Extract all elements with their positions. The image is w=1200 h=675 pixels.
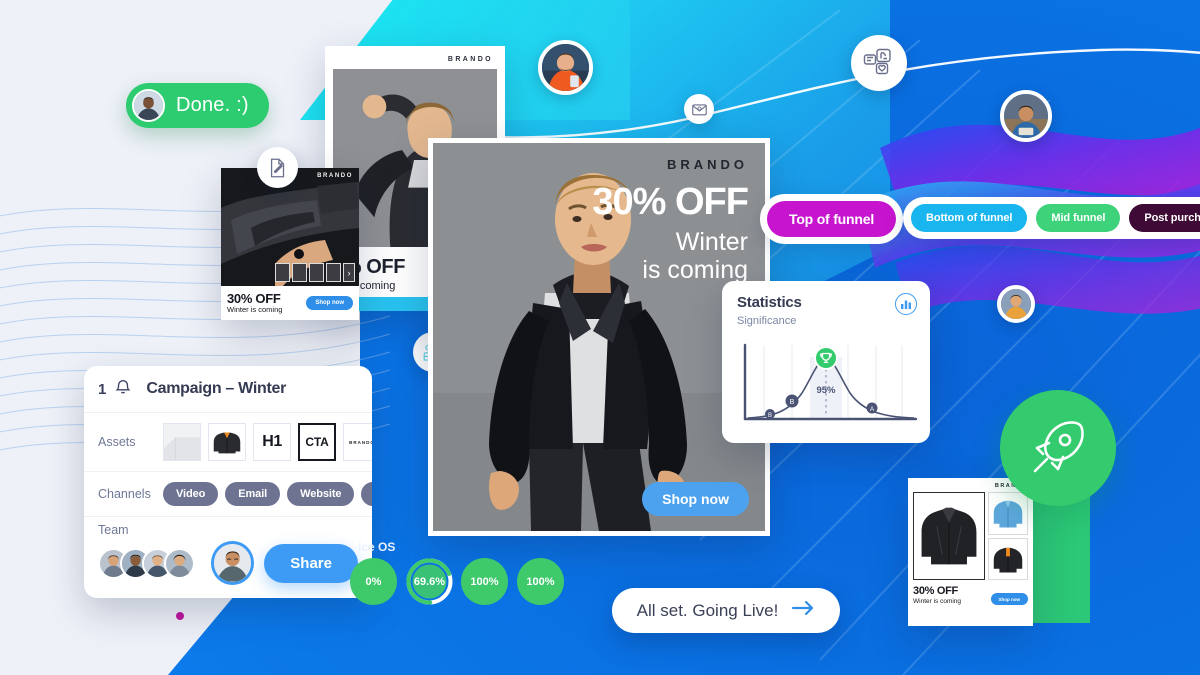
avatar[interactable]	[164, 547, 195, 579]
channel-pill-display[interactable]: Display	[361, 482, 372, 506]
funnel-stage-active-wrapper[interactable]: Top of funnel	[760, 194, 904, 244]
ad-subhead-line1: Winter	[675, 228, 748, 256]
assets-row: Assets H1 CTA BRAND	[84, 413, 372, 472]
ad-subhead: Winter is coming	[227, 305, 283, 315]
asset-thumb-headline[interactable]: H1	[253, 423, 291, 461]
go-live-label: All set. Going Live!	[636, 600, 779, 620]
carousel-thumb[interactable]	[292, 263, 307, 282]
statistics-title: Statistics	[737, 294, 802, 311]
background-accent-dot	[176, 612, 184, 620]
ad-caption-bar: 30% OFF Winter is coming Shop now	[221, 286, 359, 320]
team-label: Team	[98, 523, 129, 537]
funnel-stage-bottom-of-funnel[interactable]: Bottom of funnel	[911, 204, 1028, 232]
ad-photo: BRANDO ›	[221, 168, 359, 286]
carousel-thumb[interactable]	[309, 263, 324, 282]
done-status-badge[interactable]: Done. :)	[126, 83, 269, 128]
asset-thumb-background[interactable]	[163, 423, 201, 461]
channel-pill-email[interactable]: Email	[225, 482, 281, 506]
metric-circle-1[interactable]: 0%	[350, 558, 397, 605]
svg-text:B: B	[768, 413, 772, 419]
campaign-header: 1 Campaign – Winter	[84, 366, 372, 413]
significance-value-label: 95%	[816, 385, 836, 396]
product-image-thumb-denim[interactable]	[988, 492, 1028, 535]
done-badge-label: Done. :)	[176, 94, 249, 116]
product-image-main[interactable]	[913, 492, 985, 580]
significance-bell-curve: 95% B B A	[743, 343, 918, 421]
ad-subhead: Winter is coming	[913, 598, 962, 605]
ad-creative-card-hero[interactable]: BRANDO 30% OFF Winter is coming Shop now	[428, 138, 770, 536]
rocket-icon[interactable]	[1000, 390, 1116, 506]
campaign-panel[interactable]: 1 Campaign – Winter Assets H1 CTA BRAND …	[84, 366, 372, 598]
channel-pill-video[interactable]: Video	[163, 482, 219, 506]
asset-thumb-logo[interactable]: BRANDO	[343, 423, 372, 461]
ad-headline: 30% OFF	[592, 181, 749, 223]
avatar-current-user[interactable]	[211, 541, 255, 585]
email-node-icon[interactable]	[684, 94, 714, 124]
share-button[interactable]: Share	[264, 543, 358, 583]
team-row: Team	[84, 517, 372, 537]
creative-edit-icon[interactable]	[257, 147, 298, 188]
shop-now-button[interactable]: Shop now	[642, 482, 749, 516]
asset-label: CTA	[305, 435, 329, 449]
ad-brand-label: BRANDO	[447, 56, 493, 63]
customer-avatar-2[interactable]	[1000, 90, 1052, 142]
page-title: Campaign – Winter	[146, 380, 287, 397]
svg-text:B: B	[790, 399, 795, 406]
carousel-thumb[interactable]	[326, 263, 341, 282]
metric-circle-4[interactable]: 100%	[517, 558, 564, 605]
asset-thumb-jacket[interactable]	[208, 423, 246, 461]
notification-count: 1	[98, 380, 107, 398]
channels-list: Video Email Website Display	[163, 482, 372, 506]
bar-chart-icon[interactable]	[895, 293, 917, 315]
avatar	[132, 89, 165, 122]
ad-headline: 30% OFF	[227, 290, 281, 306]
metric-circle-3[interactable]: 100%	[461, 558, 508, 605]
metrics-section-label: ice OS	[358, 540, 396, 554]
funnel-stage-group[interactable]: Bottom of funnel Mid funnel Post purchas…	[903, 197, 1200, 239]
product-image-thumb-bomber[interactable]	[988, 537, 1028, 580]
social-node-icon[interactable]	[851, 35, 907, 91]
statistics-panel[interactable]: Statistics Significance 95% B B A	[722, 281, 930, 443]
shop-now-button[interactable]: Shop now	[990, 593, 1028, 605]
customer-avatar-1[interactable]	[538, 40, 593, 95]
svg-text:A: A	[870, 406, 875, 413]
funnel-stage-post-purchase[interactable]: Post purchase	[1129, 204, 1200, 232]
funnel-stage-top-of-funnel[interactable]: Top of funnel	[767, 201, 897, 237]
customer-avatar-3[interactable]	[997, 285, 1035, 323]
funnel-stage-mid-funnel[interactable]: Mid funnel	[1036, 204, 1121, 232]
ad-creative-card-side[interactable]: BRANDO › 30% OFF Winter is coming Shop n…	[221, 168, 359, 320]
ad-headline: 30% OFF	[913, 585, 958, 597]
ad-carousel-thumbs[interactable]: ›	[275, 263, 355, 282]
campaign-dashboard-hero: Done. :) BRANDO 0% OFF ter is coming BRA…	[0, 0, 1200, 675]
asset-label: H1	[262, 433, 282, 450]
asset-label: BRANDO	[349, 439, 372, 445]
metric-value: 69.6%	[413, 575, 446, 588]
ad-brand-label: BRANDO	[666, 157, 748, 172]
channels-label: Channels	[98, 487, 151, 501]
bell-icon[interactable]	[115, 378, 131, 400]
assets-list: H1 CTA BRANDO	[163, 423, 372, 461]
team-members-row: Share	[84, 537, 372, 597]
asset-thumb-cta[interactable]: CTA	[298, 423, 336, 461]
metric-ring-2[interactable]: 69.6%	[404, 556, 455, 607]
carousel-next-button[interactable]: ›	[343, 263, 355, 282]
arrow-right-icon	[791, 600, 815, 621]
channels-row: Channels Video Email Website Display	[84, 472, 372, 517]
carousel-thumb[interactable]	[275, 263, 290, 282]
statistics-subtitle: Significance	[737, 315, 797, 327]
channel-pill-website[interactable]: Website	[287, 482, 355, 506]
go-live-button[interactable]: All set. Going Live!	[612, 588, 840, 633]
ad-brand-label: BRANDO	[317, 173, 353, 179]
team-avatar-stack[interactable]	[98, 547, 195, 579]
assets-label: Assets	[98, 435, 136, 449]
ad-brand-label: BRANDO	[994, 483, 1028, 489]
shop-now-button[interactable]: Shop now	[306, 296, 353, 310]
product-ad-card[interactable]: BRANDO 30% OFF Winter is coming Shop now	[908, 478, 1033, 626]
